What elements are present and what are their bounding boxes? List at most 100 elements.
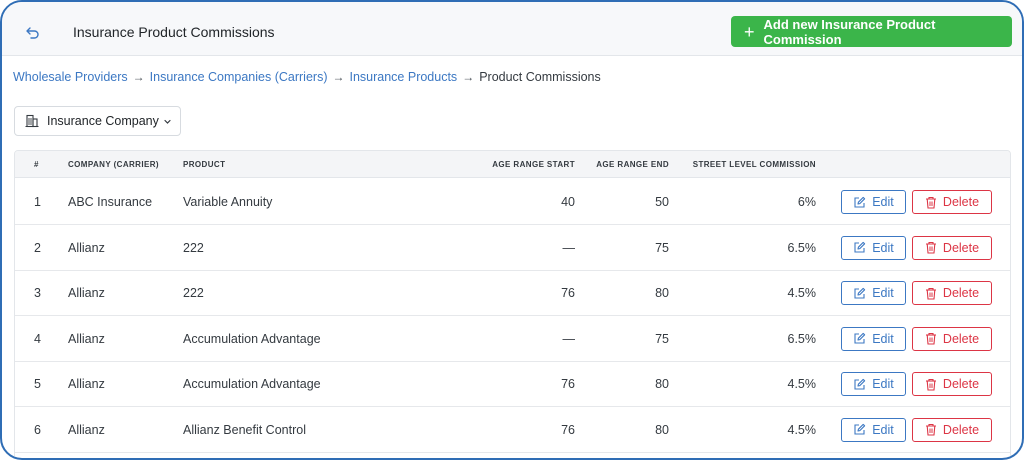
edit-label: Edit — [872, 195, 894, 209]
row-number: 5 — [34, 377, 41, 391]
plus-icon: + — [744, 21, 755, 42]
edit-label: Edit — [872, 377, 894, 391]
delete-button[interactable]: Delete — [912, 326, 992, 351]
trash-icon — [925, 332, 937, 345]
row-age-end: 80 — [655, 286, 669, 300]
breadcrumb-wholesale-providers[interactable]: Wholesale Providers — [13, 70, 128, 84]
row-product: Allianz Benefit Control — [183, 422, 306, 437]
delete-label: Delete — [942, 195, 980, 209]
row-age-end: 75 — [655, 331, 669, 346]
breadcrumb-separator: → — [462, 70, 475, 84]
undo-arrow-icon — [26, 27, 40, 39]
add-commission-button[interactable]: + Add new Insurance Product Commission — [731, 16, 1012, 47]
edit-icon — [853, 332, 866, 345]
delete-label: Delete — [942, 240, 980, 255]
building-icon — [25, 114, 39, 128]
row-number: 1 — [34, 195, 41, 209]
trash-icon — [925, 196, 937, 209]
edit-icon — [853, 287, 866, 300]
row-commission: 4.5% — [787, 377, 817, 391]
row-number: 6 — [34, 422, 41, 437]
breadcrumb-current: Product Commissions — [479, 70, 601, 84]
delete-button[interactable]: Delete — [912, 417, 992, 442]
column-header-number: # — [34, 160, 39, 169]
table-header: # Company (Carrier) Product Age Range St… — [15, 151, 1010, 178]
breadcrumb-insurance-companies[interactable]: Insurance Companies (Carriers) — [150, 70, 328, 84]
add-commission-label: Add new Insurance Product Commission — [763, 16, 936, 47]
delete-button[interactable]: Delete — [912, 190, 992, 214]
filter-label: Insurance Company — [47, 114, 159, 128]
breadcrumb-separator: → — [132, 70, 145, 84]
delete-label: Delete — [942, 422, 980, 437]
breadcrumb-separator: → — [332, 70, 345, 84]
edit-label: Edit — [872, 286, 894, 300]
edit-label: Edit — [872, 422, 894, 437]
delete-label: Delete — [942, 331, 980, 346]
edit-icon — [853, 423, 866, 436]
column-header-age-end: Age Range End — [596, 160, 669, 169]
edit-button[interactable]: Edit — [841, 190, 906, 214]
delete-button[interactable]: Delete — [912, 281, 992, 305]
edit-button[interactable]: Edit — [841, 417, 906, 442]
row-company: ABC Insurance — [68, 195, 153, 209]
row-age-start: 76 — [561, 422, 575, 437]
row-product: 222 — [183, 286, 204, 300]
row-age-end: 80 — [655, 377, 669, 391]
edit-button[interactable]: Edit — [841, 372, 906, 396]
edit-button[interactable]: Edit — [841, 235, 906, 260]
delete-button[interactable]: Delete — [912, 235, 992, 260]
row-company: Allianz — [68, 331, 105, 346]
row-number: 4 — [34, 331, 41, 346]
edit-icon — [853, 196, 866, 209]
delete-label: Delete — [942, 377, 980, 391]
trash-icon — [925, 287, 937, 300]
row-product: 222 — [183, 240, 204, 255]
trash-icon — [925, 241, 937, 254]
row-product: Accumulation Advantage — [183, 331, 321, 346]
back-button[interactable] — [22, 22, 44, 44]
edit-icon — [853, 378, 866, 391]
row-company: Allianz — [68, 377, 105, 391]
edit-label: Edit — [872, 240, 894, 255]
table-row: 1 ABC Insurance Variable Annuity 40 50 6… — [15, 179, 1010, 225]
table-row: 3 Allianz 222 76 80 4.5% Edit Delete — [15, 270, 1010, 316]
edit-label: Edit — [872, 331, 894, 346]
table-row: 4 Allianz Accumulation Advantage — 75 6.… — [15, 316, 1010, 362]
edit-icon — [853, 241, 866, 254]
delete-button[interactable]: Delete — [912, 372, 992, 396]
row-company: Allianz — [68, 422, 105, 437]
row-age-end: 80 — [655, 422, 669, 437]
trash-icon — [925, 423, 937, 436]
row-commission: 6.5% — [787, 331, 817, 346]
row-age-start: — — [562, 331, 576, 346]
row-age-start: — — [562, 240, 576, 255]
table-row: 6 Allianz Allianz Benefit Control 76 80 … — [15, 407, 1010, 453]
commissions-table: # Company (Carrier) Product Age Range St… — [14, 150, 1011, 458]
row-company: Allianz — [68, 240, 105, 255]
column-header-company: Company (Carrier) — [68, 160, 159, 169]
column-header-age-start: Age Range Start — [492, 160, 575, 169]
row-number: 3 — [34, 286, 41, 300]
table-row: 5 Allianz Accumulation Advantage 76 80 4… — [15, 361, 1010, 407]
delete-label: Delete — [942, 286, 980, 300]
edit-button[interactable]: Edit — [841, 281, 906, 305]
breadcrumb: Wholesale Providers → Insurance Companie… — [13, 70, 601, 84]
row-age-start: 40 — [561, 195, 575, 209]
trash-icon — [925, 378, 937, 391]
insurance-company-filter-dropdown[interactable]: Insurance Company — [14, 106, 181, 136]
edit-button[interactable]: Edit — [841, 326, 906, 351]
row-commission: 6% — [797, 195, 816, 209]
row-company: Allianz — [68, 286, 105, 300]
page-header: Insurance Product Commissions + Add new … — [2, 2, 1022, 56]
row-number: 2 — [34, 240, 41, 255]
column-header-product: Product — [183, 160, 226, 169]
table-row: 2 Allianz 222 — 75 6.5% Edit Delete — [15, 225, 1010, 271]
row-commission: 6.5% — [787, 240, 817, 255]
chevron-down-icon — [163, 117, 172, 126]
row-age-start: 76 — [561, 286, 575, 300]
row-commission: 4.5% — [787, 422, 817, 437]
row-age-end: 75 — [655, 240, 669, 255]
row-age-start: 76 — [561, 377, 575, 391]
breadcrumb-insurance-products[interactable]: Insurance Products — [349, 70, 457, 84]
row-product: Accumulation Advantage — [183, 377, 321, 391]
